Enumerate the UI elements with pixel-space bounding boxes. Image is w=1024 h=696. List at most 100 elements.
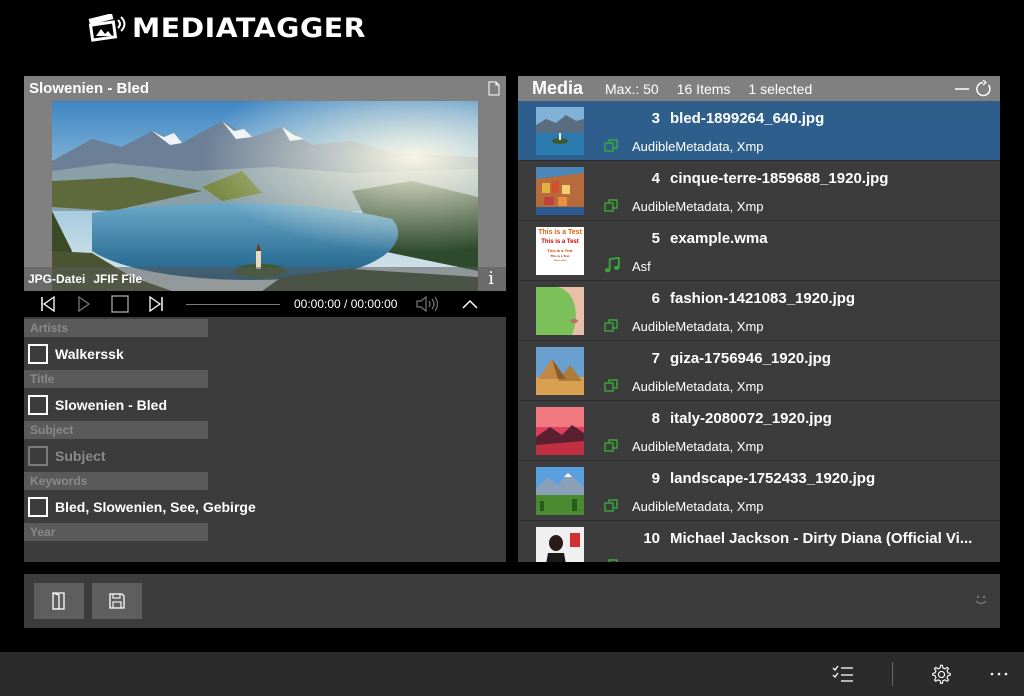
preview-image <box>52 101 478 291</box>
next-button[interactable] <box>138 291 174 317</box>
field-row-title: Slowenien - Bled <box>24 388 506 421</box>
volume-button[interactable] <box>416 296 444 312</box>
item-tags: AudibleMetadata, Xmp <box>632 439 764 454</box>
thumb-text-5: This is a Test <box>553 259 567 262</box>
item-tags: AudibleMetadata, Xmp <box>632 199 764 214</box>
item-number: 5 <box>651 230 660 247</box>
copy-icon <box>604 379 618 392</box>
thumbnail-6 <box>536 287 584 335</box>
file-format: JFIF File <box>93 272 143 286</box>
thumb-text-3: This is a Test <box>547 247 573 253</box>
media-item-7[interactable]: 7 giza-1756946_1920.jpg AudibleMetadata,… <box>518 341 1000 401</box>
item-filename: landscape-1752433_1920.jpg <box>670 470 876 487</box>
thumbnail-7 <box>536 347 584 395</box>
item-tags: AudibleMetadata, Xmp <box>632 139 764 154</box>
thumb-text-2: This is a Test <box>541 239 579 246</box>
logo-text: MEDIATAGGER <box>132 12 367 44</box>
media-item-4[interactable]: 4 cinque-terre-1859688_1920.jpg AudibleM… <box>518 161 1000 221</box>
field-label-keywords: Keywords <box>24 472 208 490</box>
document-icon[interactable] <box>488 81 500 96</box>
media-count: 16 Items <box>676 80 731 97</box>
media-item-3[interactable]: 3 bled-1899264_640.jpg AudibleMetadata, … <box>518 101 1000 161</box>
field-row-keywords: Bled, Slowenien, See, Gebirge <box>24 490 506 523</box>
copy-icon <box>604 139 618 152</box>
preview-panel: Slowenien - Bled JPG-Datei JFIF File i 0… <box>24 76 506 562</box>
field-label-title: Title <box>24 370 208 388</box>
title-checkbox[interactable] <box>28 394 48 415</box>
item-filename: cinque-terre-1859688_1920.jpg <box>670 170 889 187</box>
player-bar: 00:00:00 / 00:00:00 <box>24 291 506 317</box>
play-button[interactable] <box>66 291 102 317</box>
file-type: JPG-Datei <box>28 272 86 286</box>
checklist-icon[interactable] <box>832 664 854 684</box>
item-filename: italy-2080072_1920.jpg <box>670 410 832 427</box>
subject-checkbox[interactable] <box>28 445 48 466</box>
volume-icon <box>416 296 438 312</box>
stop-button[interactable] <box>102 291 138 317</box>
thumbnail-4 <box>536 167 584 215</box>
copy-icon <box>604 439 618 452</box>
thumbnail-9 <box>536 467 584 515</box>
collapse-button[interactable] <box>458 299 482 309</box>
minimize-icon[interactable] <box>954 83 970 95</box>
item-tags: AudibleMetadata, Xmp <box>632 319 764 334</box>
media-item-8[interactable]: 8 italy-2080072_1920.jpg AudibleMetadata… <box>518 401 1000 461</box>
artists-checkbox[interactable] <box>28 343 48 364</box>
seek-slider[interactable] <box>186 303 280 305</box>
item-number: 6 <box>651 290 660 307</box>
preview-title: Slowenien - Bled <box>29 80 150 97</box>
command-bar <box>0 652 1024 696</box>
item-filename: example.wma <box>670 230 768 247</box>
media-selected-count: 1 selected <box>748 80 813 97</box>
field-row-artists: Walkerssk <box>24 337 506 370</box>
item-filename: giza-1756946_1920.jpg <box>670 350 831 367</box>
keywords-value[interactable]: Bled, Slowenien, See, Gebirge <box>55 499 256 515</box>
file-info-bar: JPG-Datei JFIF File i <box>24 267 506 291</box>
item-number: 4 <box>651 170 660 187</box>
artists-value[interactable]: Walkerssk <box>55 346 124 362</box>
item-number: 7 <box>651 350 660 367</box>
preview-header: Slowenien - Bled <box>24 76 506 101</box>
more-icon[interactable] <box>990 672 1008 676</box>
skip-forward-icon <box>149 296 163 312</box>
save-button[interactable] <box>92 583 142 619</box>
item-tags: AudibleMetadata, Xmp <box>632 499 764 514</box>
copy-icon <box>604 199 618 212</box>
thumb-text-1: This is a Test <box>538 229 582 236</box>
media-item-5[interactable]: This is a Test This is a Test This is a … <box>518 221 1000 281</box>
item-number: 3 <box>651 110 660 127</box>
thumb-text-4: This is a Test <box>550 253 570 258</box>
metadata-list: Artists Walkerssk Title Slowenien - Bled… <box>24 317 506 541</box>
item-number: 8 <box>651 410 660 427</box>
play-icon <box>78 296 91 312</box>
media-max: Max.: 50 <box>605 80 659 97</box>
preview-area: JPG-Datei JFIF File i <box>24 101 506 291</box>
media-item-9[interactable]: 9 landscape-1752433_1920.jpg AudibleMeta… <box>518 461 1000 521</box>
keywords-checkbox[interactable] <box>28 496 48 517</box>
save-icon <box>109 593 125 609</box>
open-file-button[interactable] <box>34 583 84 619</box>
gear-icon[interactable] <box>931 664 952 685</box>
skip-back-icon <box>41 296 55 312</box>
media-item-6[interactable]: 6 fashion-1421083_1920.jpg AudibleMetada… <box>518 281 1000 341</box>
info-icon[interactable]: i <box>488 270 494 288</box>
smiley-icon[interactable] <box>972 590 990 608</box>
copy-icon <box>608 559 618 562</box>
time-display: 00:00:00 / 00:00:00 <box>294 297 398 311</box>
copy-icon <box>604 499 618 512</box>
refresh-icon[interactable] <box>974 79 992 98</box>
field-label-artists: Artists <box>24 319 208 337</box>
thumbnail-3 <box>536 107 584 155</box>
command-separator <box>892 662 893 686</box>
open-door-icon <box>52 592 65 610</box>
previous-button[interactable] <box>30 291 66 317</box>
item-tags: AudibleMetadata, Xmp <box>632 379 764 394</box>
subject-value[interactable]: Subject <box>55 448 106 464</box>
thumbnail-10 <box>536 527 584 562</box>
media-header: Media Max.: 50 16 Items 1 selected <box>518 76 1000 101</box>
media-item-10[interactable]: 10 Michael Jackson - Dirty Diana (Offici… <box>518 521 1000 562</box>
item-filename: bled-1899264_640.jpg <box>670 110 825 127</box>
title-value[interactable]: Slowenien - Bled <box>55 397 167 413</box>
item-number: 10 <box>643 530 660 547</box>
action-toolbar <box>24 574 1000 628</box>
